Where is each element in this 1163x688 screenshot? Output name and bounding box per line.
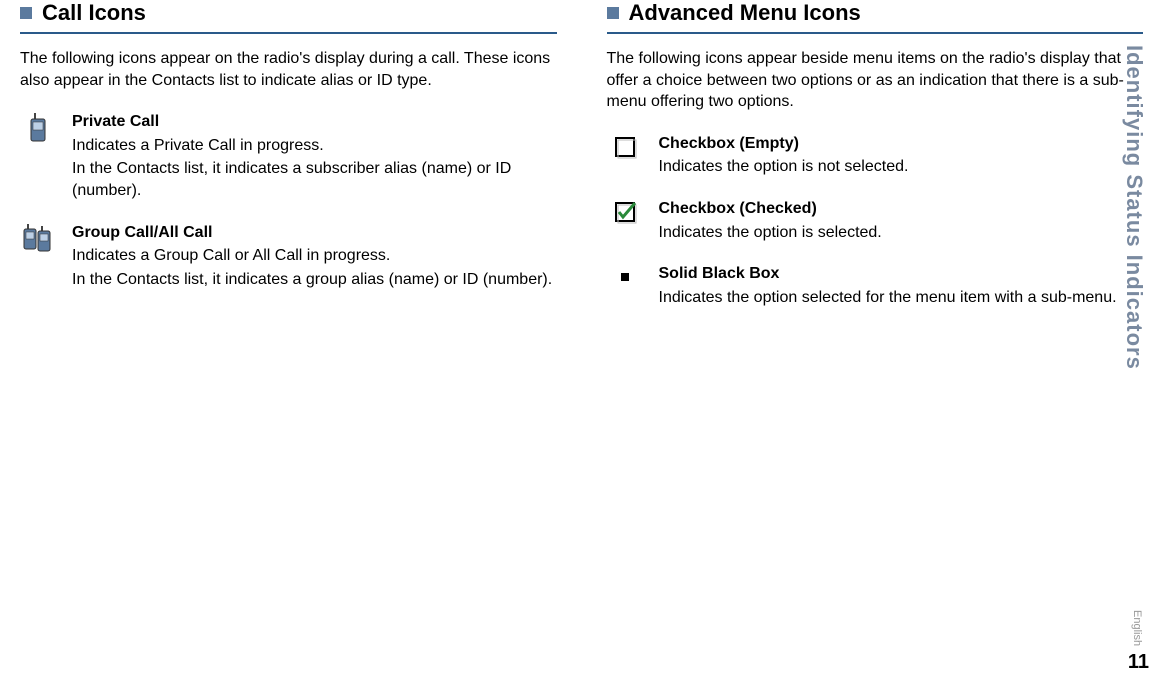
icon-desc: Indicates a Private Call in progress. bbox=[72, 135, 557, 157]
page-number: 11 bbox=[1128, 651, 1149, 674]
icon-desc: Indicates the option is not selected. bbox=[659, 156, 1144, 178]
right-intro: The following icons appear beside menu i… bbox=[607, 48, 1144, 113]
heading-bullet-icon bbox=[607, 7, 619, 19]
icon-title: Checkbox (Checked) bbox=[659, 198, 1144, 220]
icon-text: Private Call Indicates a Private Call in… bbox=[72, 111, 557, 203]
icon-entry: Checkbox (Checked) Indicates the option … bbox=[607, 198, 1144, 245]
heading-rule bbox=[20, 32, 557, 34]
icon-title: Group Call/All Call bbox=[72, 222, 557, 244]
icon-title: Private Call bbox=[72, 111, 557, 133]
side-tab-label: Identifying Status Indicators bbox=[1121, 45, 1147, 370]
checkbox-empty-icon bbox=[607, 133, 643, 159]
right-heading: Advanced Menu Icons bbox=[607, 0, 1144, 26]
group-call-icon bbox=[20, 222, 56, 254]
heading-bullet-icon bbox=[20, 7, 32, 19]
icon-title: Checkbox (Empty) bbox=[659, 133, 1144, 155]
left-column: Call Icons The following icons appear on… bbox=[20, 0, 557, 328]
left-heading-text: Call Icons bbox=[42, 0, 146, 26]
left-heading: Call Icons bbox=[20, 0, 557, 26]
icon-desc: Indicates a Group Call or All Call in pr… bbox=[72, 245, 557, 267]
icon-desc: Indicates the option is selected. bbox=[659, 222, 1144, 244]
right-heading-text: Advanced Menu Icons bbox=[629, 0, 861, 26]
icon-text: Checkbox (Checked) Indicates the option … bbox=[659, 198, 1144, 245]
icon-entry: Checkbox (Empty) Indicates the option is… bbox=[607, 133, 1144, 180]
checkbox-checked-icon bbox=[607, 198, 643, 224]
private-call-icon bbox=[20, 111, 56, 143]
heading-rule bbox=[607, 32, 1144, 34]
icon-desc: In the Contacts list, it indicates a gro… bbox=[72, 269, 557, 291]
icon-text: Group Call/All Call Indicates a Group Ca… bbox=[72, 222, 557, 293]
icon-title: Solid Black Box bbox=[659, 263, 1144, 285]
icon-entry: Group Call/All Call Indicates a Group Ca… bbox=[20, 222, 557, 293]
icon-desc: In the Contacts list, it indicates a sub… bbox=[72, 158, 557, 201]
icon-entry: Private Call Indicates a Private Call in… bbox=[20, 111, 557, 203]
left-intro: The following icons appear on the radio'… bbox=[20, 48, 557, 91]
icon-entry: Solid Black Box Indicates the option sel… bbox=[607, 263, 1144, 310]
icon-text: Solid Black Box Indicates the option sel… bbox=[659, 263, 1144, 310]
icon-text: Checkbox (Empty) Indicates the option is… bbox=[659, 133, 1144, 180]
icon-desc: Indicates the option selected for the me… bbox=[659, 287, 1144, 309]
right-column: Advanced Menu Icons The following icons … bbox=[607, 0, 1144, 328]
solid-black-box-icon bbox=[607, 263, 643, 289]
english-label: English bbox=[1131, 610, 1143, 646]
